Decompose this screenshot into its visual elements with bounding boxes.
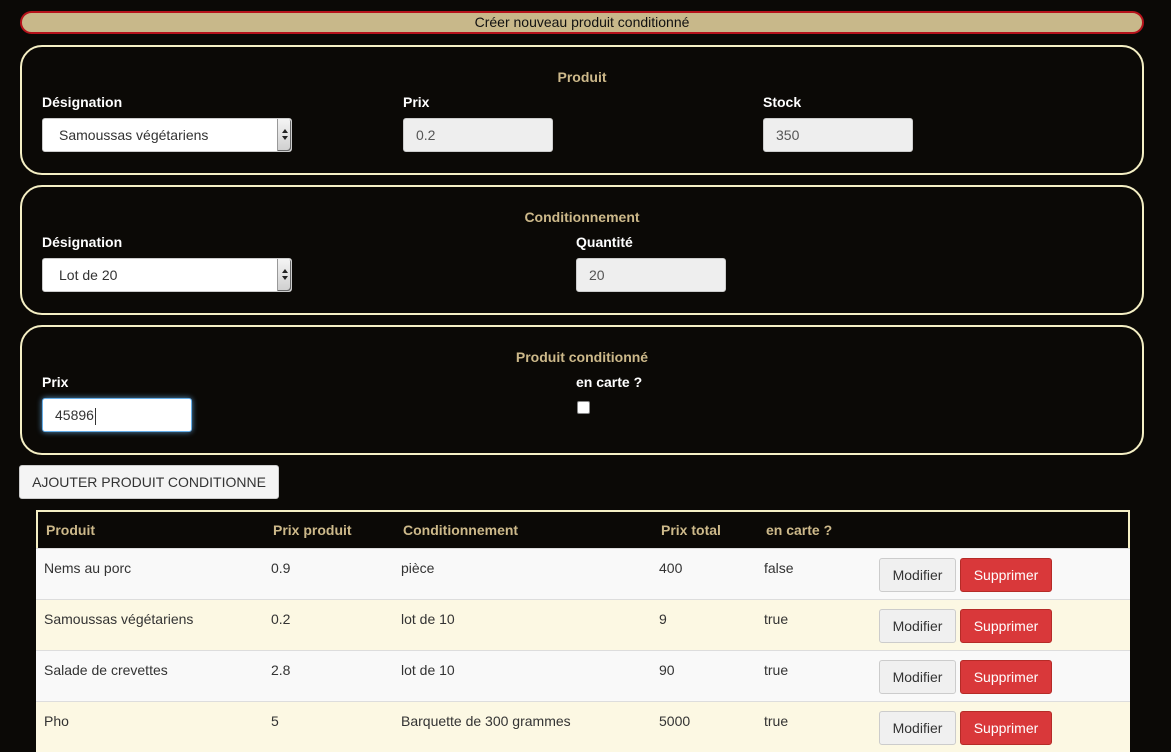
cell-prix-produit: 0.9 [271, 560, 291, 576]
cell-prix-total: 5000 [659, 713, 691, 729]
column-header-prix-total: Prix total [661, 522, 721, 538]
page-banner-title: Créer nouveau produit conditionné [20, 11, 1144, 34]
column-header-conditionnement: Conditionnement [403, 522, 519, 538]
cell-conditionnement: pièce [401, 560, 435, 576]
produits-table: Produit Prix produit Conditionnement Pri… [36, 510, 1130, 752]
delete-button[interactable]: Supprimer [960, 711, 1052, 745]
cell-conditionnement: lot de 10 [401, 662, 455, 678]
cell-prix-produit: 2.8 [271, 662, 291, 678]
en-carte-label: en carte ? [576, 374, 643, 390]
table-row: Salade de crevettes 2.8 lot de 10 90 tru… [36, 650, 1130, 701]
table-row: Pho 5 Barquette de 300 grammes 5000 true… [36, 701, 1130, 752]
cell-prix-produit: 5 [271, 713, 279, 729]
produit-panel: Produit Désignation Samoussas végétarien… [20, 45, 1144, 175]
produit-panel-title: Produit [557, 69, 607, 85]
produit-conditionne-prix-value: 45896 [55, 407, 94, 423]
produit-designation-select[interactable]: Samoussas végétariens [42, 118, 292, 152]
modify-button[interactable]: Modifier [879, 711, 956, 745]
cell-en-carte: false [764, 560, 794, 576]
produit-prix-label: Prix [403, 94, 430, 110]
cell-prix-produit: 0.2 [271, 611, 291, 627]
conditionnement-quantite-label: Quantité [576, 234, 633, 250]
select-arrows-icon[interactable] [277, 259, 291, 291]
column-header-prix-produit: Prix produit [273, 522, 352, 538]
produit-designation-value: Samoussas végétariens [59, 127, 209, 143]
modify-button[interactable]: Modifier [879, 558, 956, 592]
cell-prix-total: 90 [659, 662, 675, 678]
delete-button[interactable]: Supprimer [960, 558, 1052, 592]
produit-stock-field[interactable]: 350 [763, 118, 913, 152]
cell-prix-total: 400 [659, 560, 683, 576]
table-row: Nems au porc 0.9 pièce 400 false Modifie… [36, 548, 1130, 599]
conditionnement-designation-select[interactable]: Lot de 20 [42, 258, 292, 292]
cell-en-carte: true [764, 662, 789, 678]
produit-designation-label: Désignation [42, 94, 123, 110]
conditionnement-quantite-field[interactable]: 20 [576, 258, 726, 292]
en-carte-checkbox[interactable] [577, 401, 590, 414]
cell-en-carte: true [764, 611, 789, 627]
conditionnement-panel-title: Conditionnement [524, 209, 640, 225]
produit-conditionne-panel-title: Produit conditionné [515, 349, 649, 365]
conditionnement-designation-value: Lot de 20 [59, 267, 118, 283]
produit-conditionne-panel: Produit conditionné Prix 45896 en carte … [20, 325, 1144, 455]
column-header-produit: Produit [46, 522, 95, 538]
table-row: Samoussas végétariens 0.2 lot de 10 9 tr… [36, 599, 1130, 650]
cell-produit: Samoussas végétariens [44, 611, 194, 627]
produit-conditionne-prix-input[interactable]: 45896 [42, 398, 192, 432]
modify-button[interactable]: Modifier [879, 609, 956, 643]
cell-produit: Pho [44, 713, 69, 729]
conditionnement-designation-label: Désignation [42, 234, 123, 250]
cell-produit: Salade de crevettes [44, 662, 168, 678]
conditionnement-panel: Conditionnement Désignation Lot de 20 Qu… [20, 185, 1144, 315]
produit-stock-label: Stock [763, 94, 802, 110]
select-arrows-icon[interactable] [277, 119, 291, 151]
cell-en-carte: true [764, 713, 789, 729]
cell-conditionnement: lot de 10 [401, 611, 455, 627]
cell-prix-total: 9 [659, 611, 667, 627]
cell-produit: Nems au porc [44, 560, 132, 576]
produit-conditionne-prix-label: Prix [42, 374, 69, 390]
add-produit-conditionne-button[interactable]: AJOUTER PRODUIT CONDITIONNE [19, 465, 279, 499]
produit-prix-field[interactable]: 0.2 [403, 118, 553, 152]
column-header-en-carte: en carte ? [766, 522, 833, 538]
delete-button[interactable]: Supprimer [960, 660, 1052, 694]
modify-button[interactable]: Modifier [879, 660, 956, 694]
delete-button[interactable]: Supprimer [960, 609, 1052, 643]
cell-conditionnement: Barquette de 300 grammes [401, 713, 571, 729]
table-header: Produit Prix produit Conditionnement Pri… [36, 510, 1130, 548]
text-caret [94, 407, 96, 425]
